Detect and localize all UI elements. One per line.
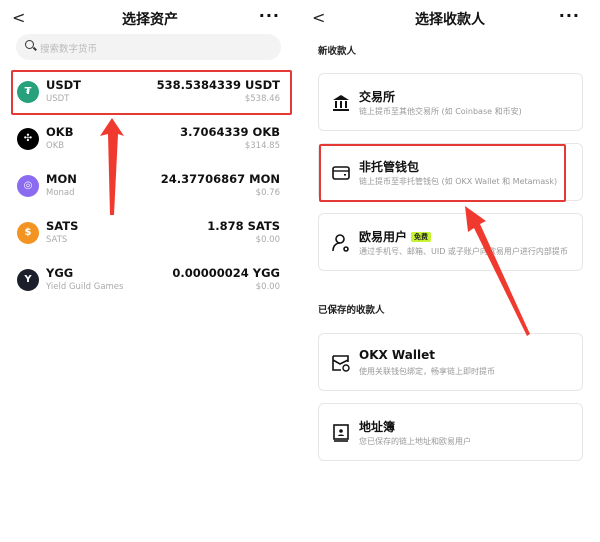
annotation-arrows <box>100 118 530 336</box>
arrow-up-right <box>465 206 530 336</box>
arrow-up-left <box>100 118 124 215</box>
